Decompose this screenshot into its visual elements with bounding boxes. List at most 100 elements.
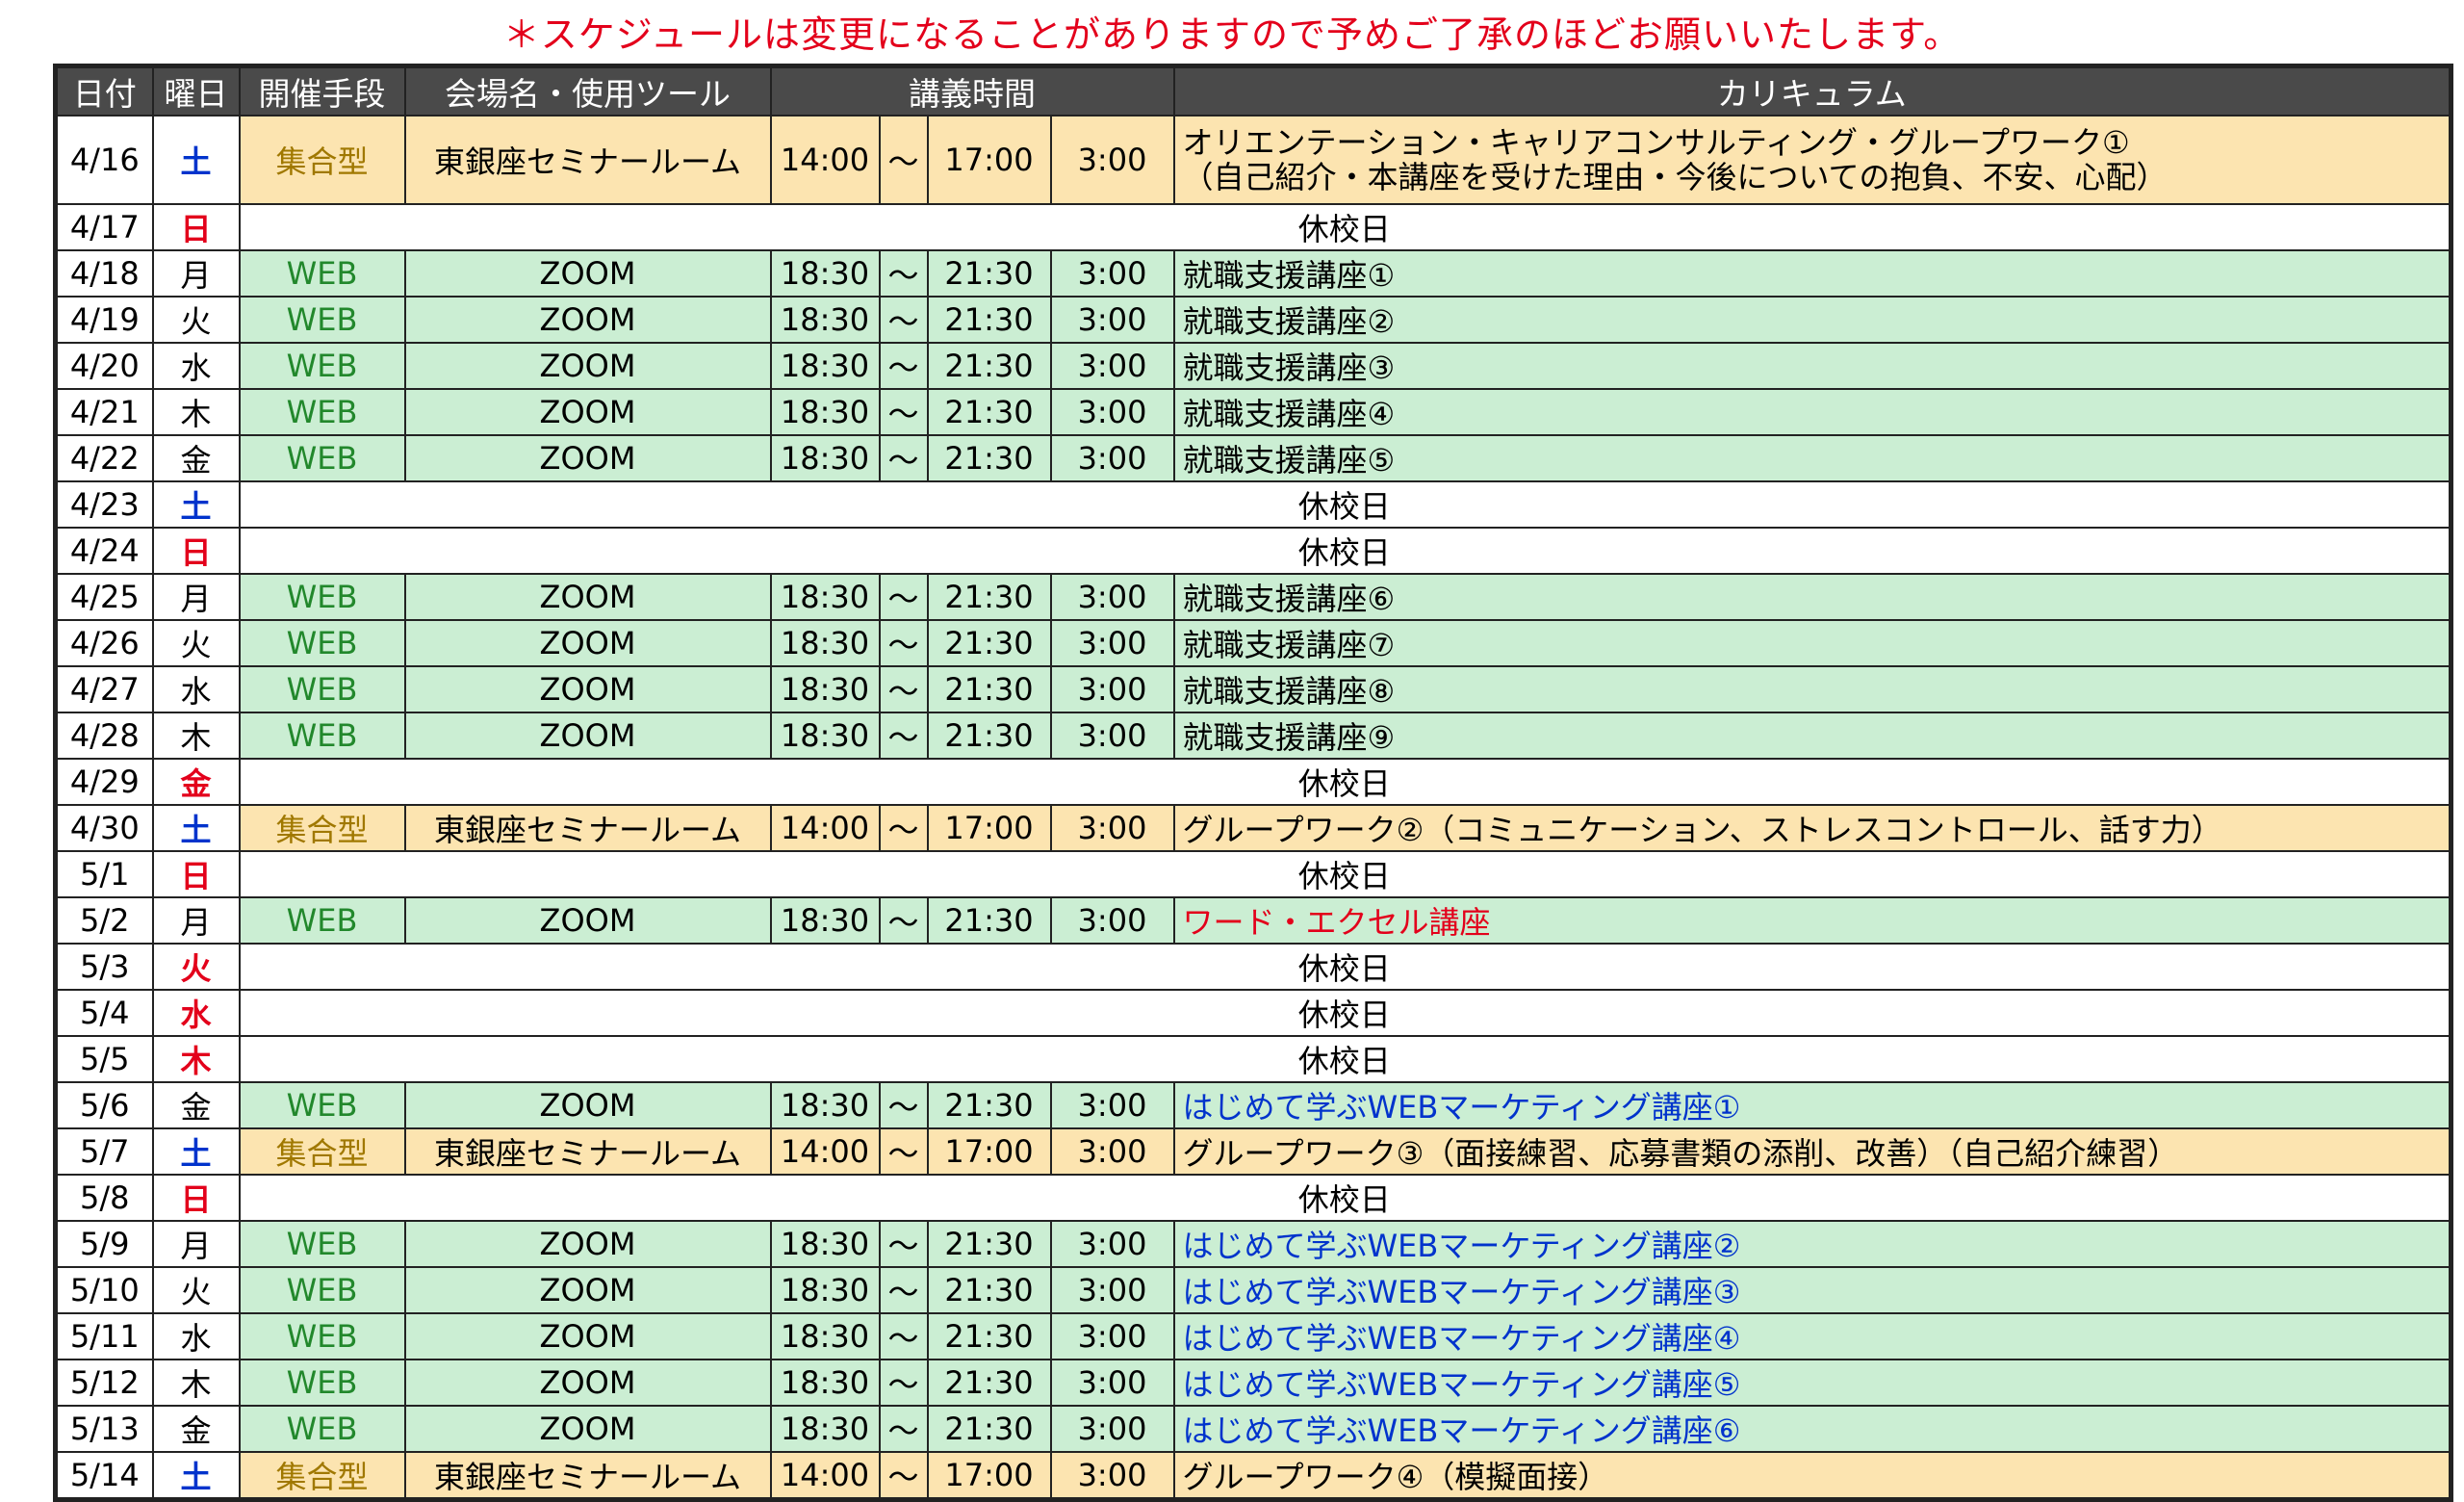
method-cell: 集合型 [238, 804, 406, 852]
header-curriculum: カリキュラム [1172, 65, 2452, 117]
day-cell: 金 [151, 434, 241, 482]
table-row: 5/13 金 WEB ZOOM 18:30 ～ 21:30 3:00 はじめて学ぶWEBマーケテ… [54, 1405, 2452, 1453]
day-cell: 金 [151, 758, 241, 806]
date-cell: 5/7 [54, 1127, 154, 1176]
curriculum-cell: 就職支援講座⑤ [1172, 434, 2452, 482]
day-cell: 土 [151, 1127, 241, 1176]
venue-cell: ZOOM [403, 434, 772, 482]
curriculum-cell: はじめて学ぶWEBマーケティング講座⑤ [1172, 1359, 2452, 1407]
table-row: 4/23 土休校日 [54, 480, 2452, 529]
date-cell: 4/27 [54, 665, 154, 713]
duration-cell: 3:00 [1049, 573, 1175, 621]
table-row: 4/28 木 WEB ZOOM 18:30 ～ 21:30 3:00 就職支援講座⑨ [54, 712, 2452, 760]
date-cell: 4/17 [54, 203, 154, 251]
time-separator-cell: ～ [878, 1359, 929, 1407]
time-separator-cell: ～ [878, 712, 929, 760]
table-row: 5/5 木休校日 [54, 1035, 2452, 1083]
curriculum-cell: はじめて学ぶWEBマーケティング講座④ [1172, 1312, 2452, 1360]
table-row: 5/1 日休校日 [54, 850, 2452, 898]
table-row: 4/24 日休校日 [54, 527, 2452, 575]
venue-cell: 東銀座セミナールーム [403, 115, 772, 205]
duration-cell: 3:00 [1049, 1451, 1175, 1501]
start-time-cell: 18:30 [769, 1405, 881, 1453]
time-separator-cell: ～ [878, 249, 929, 298]
holiday-cell: 休校日 [238, 1174, 2452, 1222]
venue-cell: ZOOM [403, 619, 772, 667]
curriculum-cell: ワード・エクセル講座 [1172, 896, 2452, 945]
end-time-cell: 17:00 [926, 1451, 1052, 1501]
holiday-cell: 休校日 [238, 527, 2452, 575]
curriculum-cell: 就職支援講座⑧ [1172, 665, 2452, 713]
curriculum-cell: オリエンテーション・キャリアコンサルティング・グループワーク① （自己紹介・本講座… [1172, 115, 2452, 205]
holiday-cell: 休校日 [238, 989, 2452, 1037]
table-row: 5/6 金 WEB ZOOM 18:30 ～ 21:30 3:00 はじめて学ぶWEBマーケティ… [54, 1081, 2452, 1129]
method-cell: 集合型 [238, 1451, 406, 1501]
curriculum-cell: はじめて学ぶWEBマーケティング講座① [1172, 1081, 2452, 1129]
start-time-cell: 18:30 [769, 619, 881, 667]
date-cell: 4/23 [54, 480, 154, 529]
venue-cell: ZOOM [403, 296, 772, 344]
table-row: 4/29 金休校日 [54, 758, 2452, 806]
day-cell: 月 [151, 573, 241, 621]
header-day: 曜日 [151, 65, 241, 117]
date-cell: 5/10 [54, 1266, 154, 1314]
method-cell: WEB [238, 388, 406, 436]
day-cell: 水 [151, 989, 241, 1037]
duration-cell: 3:00 [1049, 249, 1175, 298]
schedule-body: 4/16 土集合型 東銀座セミナールーム 14:00 ～ 17:00 3:00 オリエンテーシ… [54, 115, 2452, 1501]
end-time-cell: 21:30 [926, 573, 1052, 621]
date-cell: 5/3 [54, 943, 154, 991]
day-cell: 土 [151, 115, 241, 205]
day-cell: 金 [151, 1405, 241, 1453]
holiday-cell: 休校日 [238, 758, 2452, 806]
duration-cell: 3:00 [1049, 342, 1175, 390]
curriculum-cell: はじめて学ぶWEBマーケティング講座② [1172, 1220, 2452, 1268]
time-separator-cell: ～ [878, 115, 929, 205]
curriculum-cell: 就職支援講座⑥ [1172, 573, 2452, 621]
start-time-cell: 14:00 [769, 804, 881, 852]
time-separator-cell: ～ [878, 896, 929, 945]
venue-cell: 東銀座セミナールーム [403, 1451, 772, 1501]
method-cell: WEB [238, 665, 406, 713]
date-cell: 4/19 [54, 296, 154, 344]
end-time-cell: 21:30 [926, 434, 1052, 482]
start-time-cell: 18:30 [769, 296, 881, 344]
method-cell: WEB [238, 1312, 406, 1360]
end-time-cell: 17:00 [926, 1127, 1052, 1176]
day-cell: 月 [151, 896, 241, 945]
start-time-cell: 18:30 [769, 896, 881, 945]
table-row: 5/7 土集合型 東銀座セミナールーム 14:00 ～ 17:00 3:00 グループワーク③… [54, 1127, 2452, 1176]
method-cell: WEB [238, 896, 406, 945]
curriculum-cell: 就職支援講座① [1172, 249, 2452, 298]
curriculum-line-2: （自己紹介・本講座を受けた理由・今後についての抱負、不安、心配） [1182, 159, 2168, 195]
duration-cell: 3:00 [1049, 665, 1175, 713]
date-cell: 5/5 [54, 1035, 154, 1083]
date-cell: 4/30 [54, 804, 154, 852]
time-separator-cell: ～ [878, 1081, 929, 1129]
curriculum-line-1: オリエンテーション・キャリアコンサルティング・グループワーク① [1182, 124, 2130, 161]
time-separator-cell: ～ [878, 388, 929, 436]
holiday-cell: 休校日 [238, 1035, 2452, 1083]
holiday-cell: 休校日 [238, 480, 2452, 529]
start-time-cell: 18:30 [769, 388, 881, 436]
curriculum-cell: 就職支援講座③ [1172, 342, 2452, 390]
table-row: 5/10 火 WEB ZOOM 18:30 ～ 21:30 3:00 はじめて学ぶWEBマーケテ… [54, 1266, 2452, 1314]
table-row: 5/9 月 WEB ZOOM 18:30 ～ 21:30 3:00 はじめて学ぶWEBマーケティ… [54, 1220, 2452, 1268]
venue-cell: ZOOM [403, 388, 772, 436]
table-row: 5/3 火休校日 [54, 943, 2452, 991]
venue-cell: ZOOM [403, 1081, 772, 1129]
start-time-cell: 14:00 [769, 115, 881, 205]
start-time-cell: 18:30 [769, 434, 881, 482]
day-cell: 月 [151, 249, 241, 298]
table-row: 5/12 木 WEB ZOOM 18:30 ～ 21:30 3:00 はじめて学ぶWEBマーケテ… [54, 1359, 2452, 1407]
table-row: 4/30 土集合型 東銀座セミナールーム 14:00 ～ 17:00 3:00 グループワーク… [54, 804, 2452, 852]
table-row: 4/25 月 WEB ZOOM 18:30 ～ 21:30 3:00 就職支援講座⑥ [54, 573, 2452, 621]
start-time-cell: 18:30 [769, 1266, 881, 1314]
method-cell: WEB [238, 249, 406, 298]
day-cell: 火 [151, 1266, 241, 1314]
time-separator-cell: ～ [878, 573, 929, 621]
venue-cell: ZOOM [403, 712, 772, 760]
start-time-cell: 18:30 [769, 249, 881, 298]
method-cell: WEB [238, 1405, 406, 1453]
venue-cell: ZOOM [403, 249, 772, 298]
